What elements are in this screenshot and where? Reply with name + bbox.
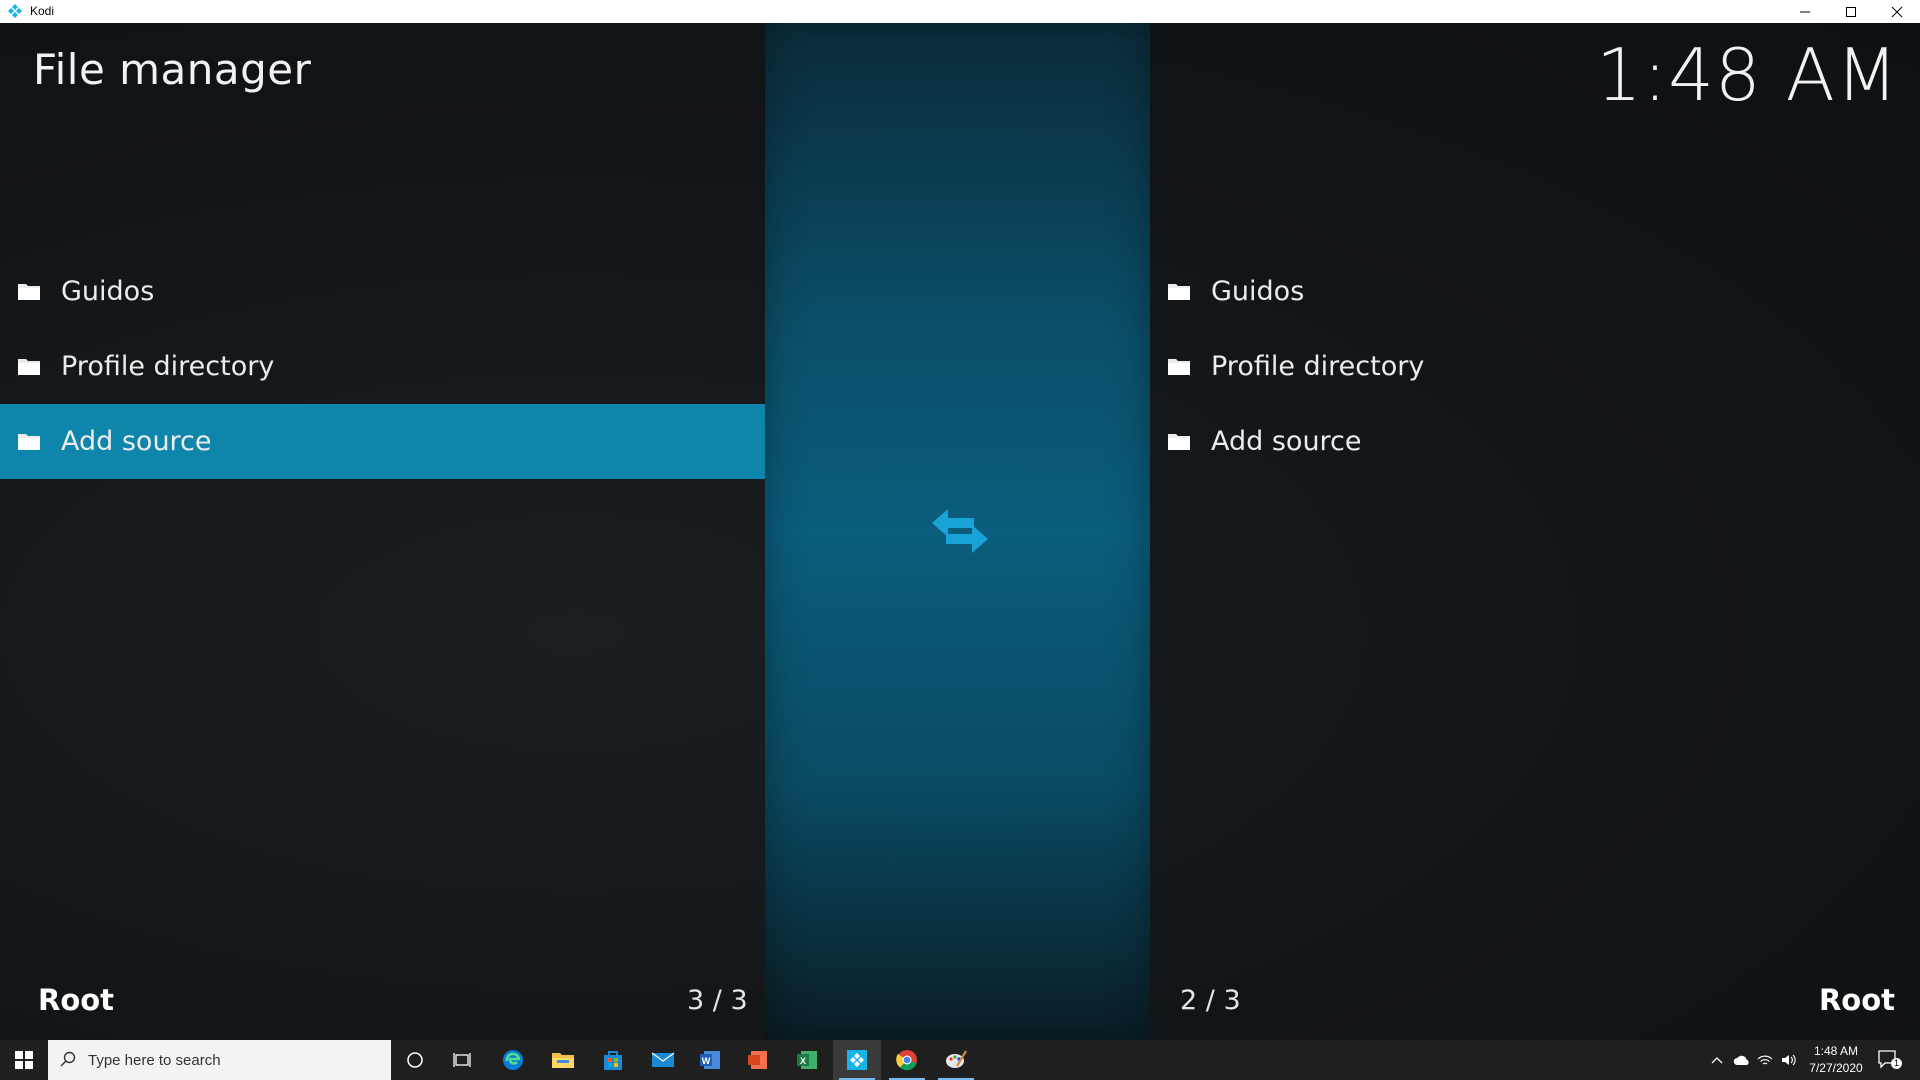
network-tray[interactable] xyxy=(1756,1052,1774,1068)
left-file-pane: Guidos Profile directory Add source xyxy=(0,254,765,479)
task-view-button[interactable] xyxy=(439,1040,487,1080)
pdf-icon xyxy=(748,1051,767,1069)
close-button[interactable] xyxy=(1874,0,1920,23)
svg-text:W: W xyxy=(702,1056,711,1066)
right-file-pane: Guidos Profile directory Add source xyxy=(1150,254,1920,479)
onedrive-icon xyxy=(1733,1055,1749,1065)
maximize-icon xyxy=(1846,6,1856,17)
left-item-guidos[interactable]: Guidos xyxy=(0,254,765,329)
item-label: Add source xyxy=(1211,426,1362,457)
word-button[interactable]: W xyxy=(686,1040,734,1080)
paint-button[interactable] xyxy=(932,1040,980,1080)
minimize-icon xyxy=(1800,11,1810,12)
file-explorer-icon xyxy=(552,1053,574,1068)
folder-icon xyxy=(1168,284,1190,300)
cortana-button[interactable] xyxy=(391,1040,439,1080)
right-item-count: 2 / 3 xyxy=(1180,985,1241,1016)
chrome-icon xyxy=(896,1050,917,1071)
kodi-logo-icon xyxy=(8,4,22,18)
mail-button[interactable] xyxy=(639,1040,687,1080)
mail-icon xyxy=(651,1052,675,1067)
maximize-button[interactable] xyxy=(1828,0,1874,23)
taskbar-time: 1:48 AM xyxy=(1813,1044,1859,1058)
notification-badge: 1 xyxy=(1891,1058,1902,1069)
clock: 1:48 AM xyxy=(1596,33,1899,117)
paint-icon xyxy=(946,1050,967,1068)
left-item-count: 3 / 3 xyxy=(687,985,748,1016)
pdf-button[interactable] xyxy=(734,1040,782,1080)
chrome-button[interactable] xyxy=(883,1040,931,1080)
svg-text:X: X xyxy=(800,1056,806,1066)
right-item-profile-directory[interactable]: Profile directory xyxy=(1150,329,1920,404)
show-hidden-icons-button[interactable] xyxy=(1708,1052,1726,1068)
onedrive-tray[interactable] xyxy=(1733,1052,1751,1068)
right-item-guidos[interactable]: Guidos xyxy=(1150,254,1920,329)
file-explorer-button[interactable] xyxy=(539,1040,587,1080)
left-item-profile-directory[interactable]: Profile directory xyxy=(0,329,765,404)
store-icon xyxy=(604,1051,622,1070)
left-item-add-source[interactable]: Add source xyxy=(0,404,765,479)
close-icon xyxy=(1891,6,1903,17)
taskbar-search-box[interactable]: Type here to search xyxy=(48,1040,391,1080)
item-label: Add source xyxy=(61,426,212,457)
kodi-app-area: File manager 1:48 AM Guidos Profile dire… xyxy=(0,23,1920,1040)
excel-button[interactable]: X xyxy=(783,1040,831,1080)
folder-icon xyxy=(18,434,40,450)
taskbar-date: 7/27/2020 xyxy=(1809,1061,1863,1075)
edge-icon xyxy=(503,1050,523,1070)
excel-icon: X xyxy=(797,1051,817,1069)
wifi-icon xyxy=(1757,1055,1773,1065)
volume-tray[interactable] xyxy=(1780,1052,1798,1068)
chevron-up-icon xyxy=(1711,1057,1723,1064)
item-label: Guidos xyxy=(61,276,155,307)
folder-icon xyxy=(18,359,40,375)
right-path-label: Root xyxy=(1818,983,1895,1017)
item-label: Profile directory xyxy=(61,351,275,382)
edge-button[interactable] xyxy=(489,1040,537,1080)
window-title: Kodi xyxy=(30,4,55,18)
swap-arrows-icon xyxy=(932,509,988,553)
store-button[interactable] xyxy=(589,1040,637,1080)
search-icon xyxy=(60,1051,76,1067)
task-view-icon xyxy=(453,1053,471,1067)
taskbar-clock[interactable]: 1:48 AM 7/27/2020 xyxy=(1808,1043,1864,1077)
search-placeholder: Type here to search xyxy=(88,1052,221,1069)
folder-icon xyxy=(1168,359,1190,375)
kodi-taskbar-icon xyxy=(847,1050,867,1070)
windows-logo-icon xyxy=(15,1051,33,1069)
action-center-button[interactable]: 1 xyxy=(1878,1050,1902,1070)
window-title-bar: Kodi xyxy=(0,0,1920,23)
item-label: Guidos xyxy=(1211,276,1305,307)
windows-taskbar: Type here to search W X 1:48 AM 7/27/202… xyxy=(0,1040,1920,1080)
cortana-icon xyxy=(407,1052,423,1068)
start-button[interactable] xyxy=(0,1040,48,1080)
right-item-add-source[interactable]: Add source xyxy=(1150,404,1920,479)
item-label: Profile directory xyxy=(1211,351,1425,382)
minimize-button[interactable] xyxy=(1782,0,1828,23)
folder-icon xyxy=(18,284,40,300)
page-title: File manager xyxy=(33,45,312,94)
word-icon: W xyxy=(700,1051,720,1069)
kodi-taskbar-button[interactable] xyxy=(833,1040,881,1080)
volume-icon xyxy=(1782,1054,1796,1066)
folder-icon xyxy=(1168,434,1190,450)
left-path-label: Root xyxy=(38,983,115,1017)
